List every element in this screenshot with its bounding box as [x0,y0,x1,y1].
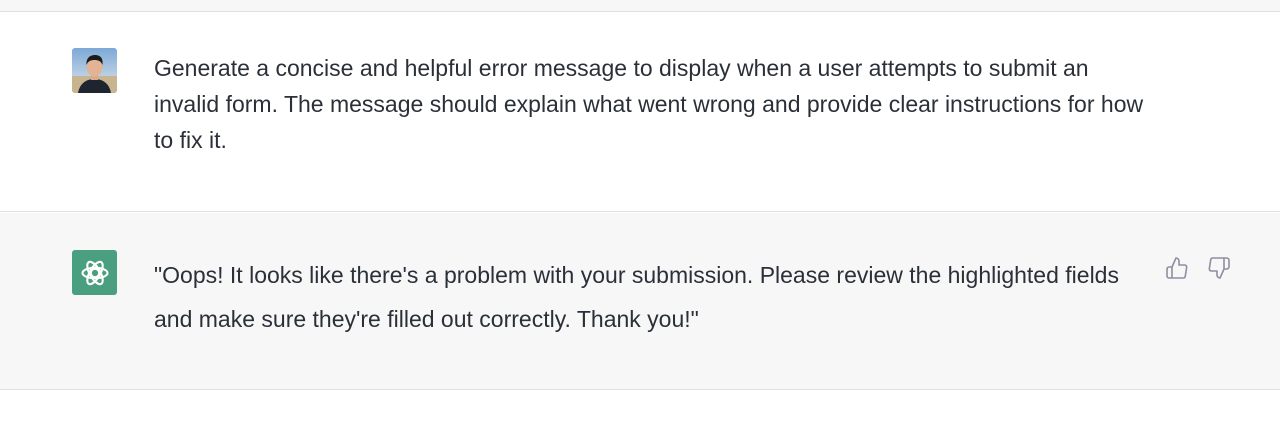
thumbs-down-button[interactable] [1206,255,1232,281]
assistant-avatar [72,250,117,295]
openai-logo-icon [80,260,109,285]
user-avatar [72,48,117,93]
user-message-text: Generate a concise and helpful error mes… [154,55,1144,153]
thumbs-down-icon [1208,257,1230,279]
user-message: Generate a concise and helpful error mes… [0,12,1280,212]
previous-message-strip [0,0,1280,12]
feedback-buttons [1164,255,1232,281]
thumbs-up-icon [1166,257,1188,279]
thumbs-up-button[interactable] [1164,255,1190,281]
assistant-message: "Oops! It looks like there's a problem w… [0,213,1280,390]
user-photo-avatar [72,48,117,93]
conversation-bottom-area [0,391,1280,439]
assistant-message-text: "Oops! It looks like there's a problem w… [154,262,1119,332]
